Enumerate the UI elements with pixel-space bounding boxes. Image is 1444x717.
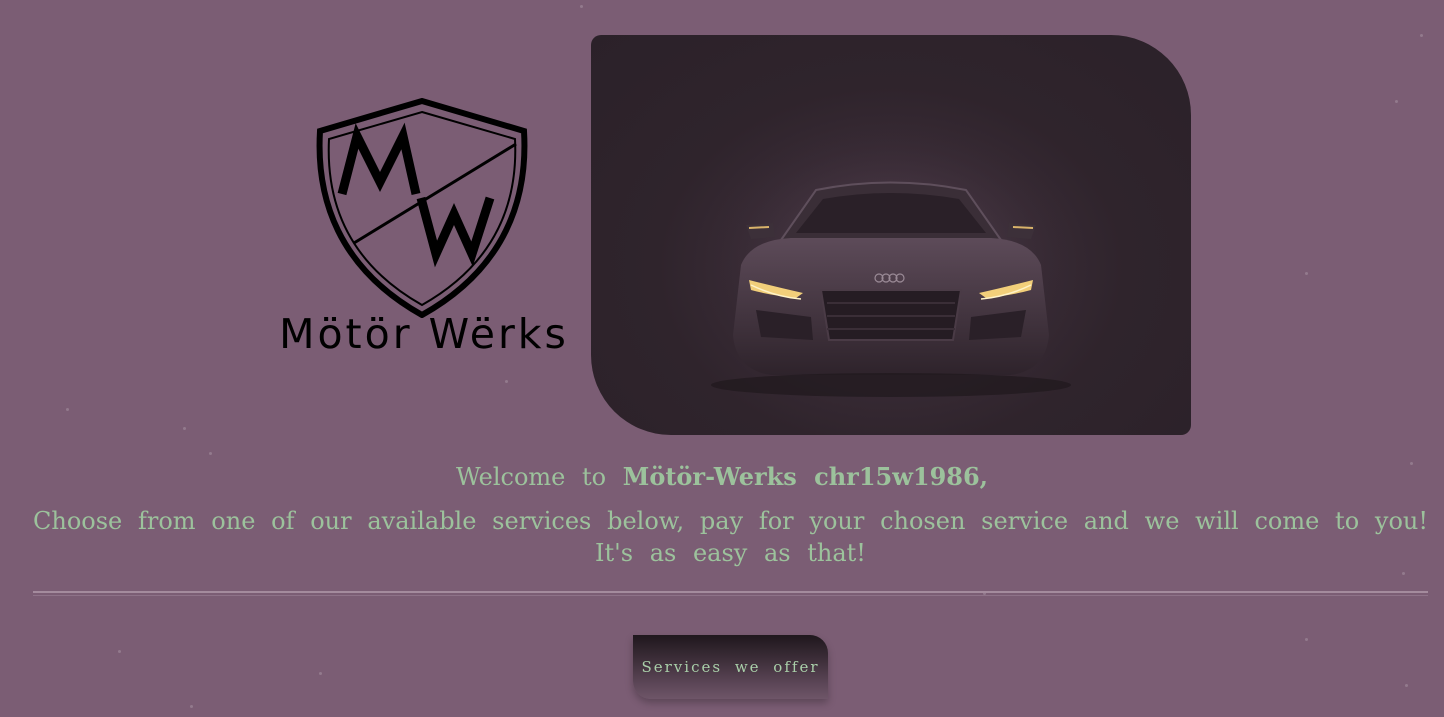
intro-text: Choose from one of our available service… xyxy=(33,505,1428,569)
section-divider xyxy=(33,591,1428,596)
intro-line-2: It's as easy as that! xyxy=(595,539,866,567)
sports-car-icon xyxy=(691,125,1091,405)
brand-logo: Mötör Wërks xyxy=(276,98,572,368)
welcome-heading: Welcome to Mötör-Werks chr15w1986, xyxy=(0,462,1444,491)
welcome-prefix: Welcome to xyxy=(455,463,607,491)
welcome-username: Mötör-Werks chr15w1986, xyxy=(622,462,989,491)
hero-car-image xyxy=(591,35,1191,435)
brand-wordmark: Mötör Wërks xyxy=(279,310,569,358)
shield-monogram-icon xyxy=(316,98,528,318)
services-button[interactable]: Services we offer xyxy=(633,635,828,699)
intro-line-1: Choose from one of our available service… xyxy=(33,507,1428,535)
